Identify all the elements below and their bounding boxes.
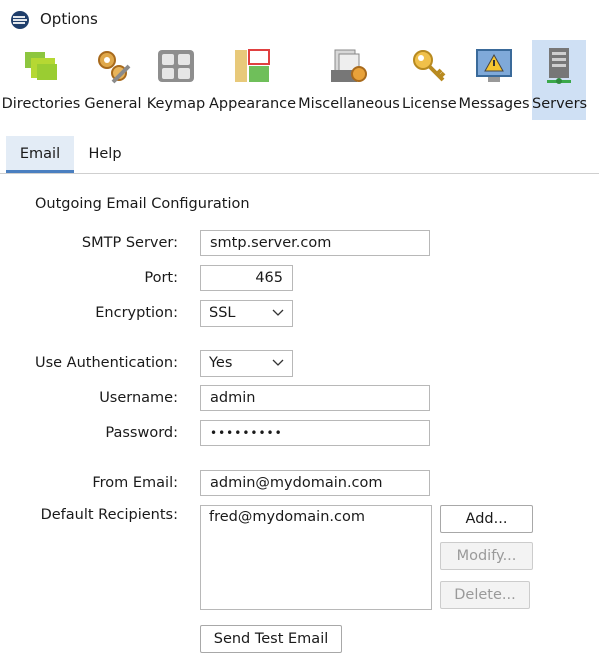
use-authentication-select[interactable]: Yes <box>200 350 293 377</box>
username-input[interactable]: admin <box>200 385 430 411</box>
toolbar-label: Appearance <box>209 96 297 112</box>
toolbar-label: Keymap <box>146 96 206 112</box>
key-icon <box>413 50 446 82</box>
options-toolbar: Directories General Keymap Appearance Mi… <box>0 40 599 122</box>
window-title: Options <box>40 10 98 28</box>
toolbar-label: Miscellaneous <box>298 96 400 112</box>
list-item[interactable]: fred@mydomain.com <box>201 506 431 528</box>
from-email-label: From Email: <box>92 475 178 491</box>
toolbar-item-keymap[interactable]: Keymap <box>145 40 207 120</box>
warning-monitor-icon <box>476 49 512 82</box>
delete-button[interactable]: Delete... <box>440 581 530 609</box>
chevron-down-icon <box>272 359 284 366</box>
toolbar-label: Servers <box>532 96 588 112</box>
encryption-label: Encryption: <box>95 305 178 321</box>
keyboard-icon <box>158 50 194 82</box>
toolbar-label: Messages <box>458 96 530 112</box>
port-label: Port: <box>144 270 178 286</box>
toolbar-label: Directories <box>1 96 81 112</box>
folders-icon <box>25 52 57 80</box>
tab-email[interactable]: Email <box>6 136 74 173</box>
documents-gear-icon <box>331 49 367 82</box>
smtp-server-label: SMTP Server: <box>81 235 178 251</box>
toolbar-item-general[interactable]: General <box>84 40 142 120</box>
tab-bar: Email Help <box>0 136 599 174</box>
toolbar-item-miscellaneous[interactable]: Miscellaneous <box>298 40 400 120</box>
app-logo-icon <box>11 11 29 29</box>
from-email-input[interactable]: admin@mydomain.com <box>200 470 430 496</box>
recipients-list[interactable]: fred@mydomain.com <box>200 505 432 610</box>
smtp-server-input[interactable]: smtp.server.com <box>200 230 430 256</box>
toolbar-item-messages[interactable]: Messages <box>458 40 530 120</box>
toolbar-item-servers[interactable]: Servers <box>532 40 588 120</box>
encryption-value: SSL <box>209 305 236 321</box>
send-test-email-button[interactable]: Send Test Email <box>200 625 342 653</box>
section-title: Outgoing Email Configuration <box>35 196 250 212</box>
password-label: Password: <box>105 425 178 441</box>
modify-button[interactable]: Modify... <box>440 542 533 570</box>
toolbar-item-license[interactable]: License <box>402 40 457 120</box>
toolbar-item-appearance[interactable]: Appearance <box>209 40 297 120</box>
tab-help[interactable]: Help <box>76 136 134 173</box>
use-authentication-value: Yes <box>209 355 233 371</box>
chevron-down-icon <box>272 309 284 316</box>
password-input[interactable]: ••••••••• <box>200 420 430 446</box>
toolbar-label: General <box>84 96 142 112</box>
add-button[interactable]: Add... <box>440 505 533 533</box>
appearance-icon <box>235 49 270 82</box>
toolbar-item-directories[interactable]: Directories <box>0 40 82 120</box>
default-recipients-label: Default Recipients: <box>40 507 178 523</box>
use-authentication-label: Use Authentication: <box>34 355 178 371</box>
username-label: Username: <box>99 390 178 406</box>
port-input[interactable]: 465 <box>200 265 293 291</box>
server-icon <box>547 48 571 84</box>
gears-wrench-icon <box>98 51 131 84</box>
toolbar-label: License <box>402 96 457 112</box>
title-bar: Options <box>0 0 599 38</box>
encryption-select[interactable]: SSL <box>200 300 293 327</box>
